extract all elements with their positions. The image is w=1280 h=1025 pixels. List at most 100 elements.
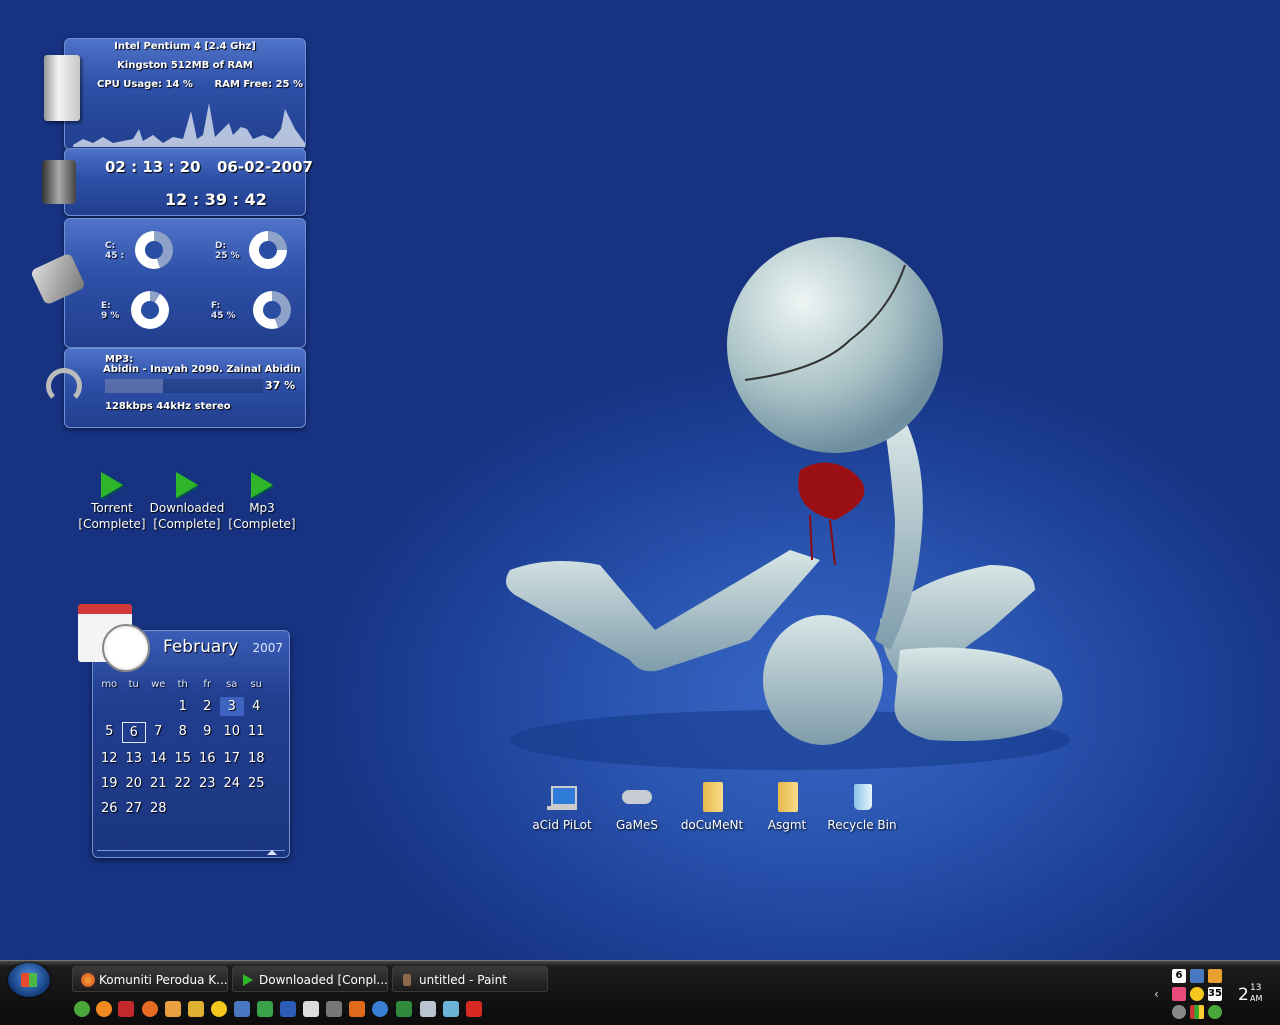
track-title: Abidin - Inayah 2090. Zainal Abidin - bbox=[103, 364, 303, 375]
calendar-day[interactable]: 28 bbox=[146, 799, 171, 818]
drive-d-label: D: 25 % bbox=[215, 241, 240, 261]
calendar-day[interactable]: 18 bbox=[244, 749, 269, 768]
app-icon-blue[interactable] bbox=[234, 1001, 250, 1017]
tray-shield-icon[interactable] bbox=[1190, 969, 1204, 983]
calendar-day[interactable]: 13 bbox=[122, 749, 147, 768]
tray-calendar-badge[interactable]: 6 bbox=[1172, 969, 1186, 983]
collapse-arrow-icon[interactable] bbox=[267, 850, 277, 855]
calendar-weekday: su bbox=[250, 679, 263, 690]
track-progress-bar[interactable] bbox=[105, 379, 263, 393]
calendar-day[interactable]: 21 bbox=[146, 774, 171, 793]
calendar-day[interactable]: 16 bbox=[195, 749, 220, 768]
tray-utorrent-icon[interactable] bbox=[1208, 1005, 1222, 1019]
media-player-icon[interactable] bbox=[96, 1001, 112, 1017]
tray-clock[interactable]: 2 13 AM bbox=[1234, 983, 1274, 1007]
drive-c-ring bbox=[135, 231, 173, 269]
excel-icon[interactable] bbox=[396, 1001, 412, 1017]
calendar-day[interactable]: 11 bbox=[244, 722, 269, 741]
clock-widget: 02 : 13 : 20 06-02-2007 12 : 39 : 42 bbox=[64, 148, 313, 216]
calendar-days: 1 2 3 4 5 6 7 8 9 10 11 12 13 14 15 16 17 18 19 20 21 22 23 24 2… bbox=[97, 697, 269, 818]
cpu-usage: CPU Usage: 14 % bbox=[97, 79, 193, 90]
audio-editor-icon[interactable] bbox=[257, 1001, 273, 1017]
calendar-day[interactable]: 6 bbox=[121, 722, 146, 743]
gamepad-icon bbox=[620, 782, 654, 812]
tray-smiley-icon[interactable] bbox=[1190, 987, 1204, 1001]
coffee-maker-icon bbox=[42, 160, 76, 204]
tray-expand-chevron-icon[interactable]: ‹ bbox=[1154, 987, 1159, 1001]
drive-f-ring bbox=[253, 291, 291, 329]
desktop-icon-games[interactable]: GaMeS bbox=[602, 782, 672, 832]
calendar-day[interactable]: 26 bbox=[97, 799, 122, 818]
clock-minute: 13 bbox=[1250, 983, 1262, 993]
calendar-day[interactable]: 22 bbox=[171, 774, 196, 793]
calendar-empty-cell bbox=[146, 697, 171, 716]
desktop-icon-asgmt[interactable]: Asgmt bbox=[752, 782, 822, 832]
calendar-day[interactable]: 24 bbox=[220, 774, 245, 793]
taskbar-button-downloaded[interactable]: Downloaded [Conpl... bbox=[232, 966, 388, 992]
app-icon-white[interactable] bbox=[303, 1001, 319, 1017]
tray-network-icon[interactable] bbox=[1172, 1005, 1186, 1019]
computer-icon bbox=[545, 782, 579, 812]
tray-heart-icon[interactable] bbox=[1172, 987, 1186, 1001]
app-icon-yellow[interactable] bbox=[188, 1001, 204, 1017]
recycle-bin-icon bbox=[845, 782, 879, 812]
wallpaper-doll bbox=[506, 237, 1070, 770]
calendar-day[interactable]: 12 bbox=[97, 749, 122, 768]
firefox-icon[interactable] bbox=[142, 1001, 158, 1017]
calendar-day[interactable]: 7 bbox=[146, 722, 171, 741]
drive-e-ring bbox=[131, 291, 169, 329]
calendar-day[interactable]: 20 bbox=[122, 774, 147, 793]
start-button[interactable] bbox=[8, 963, 50, 997]
calendar-day[interactable]: 15 bbox=[171, 749, 196, 768]
acrobat-icon[interactable] bbox=[466, 1001, 482, 1017]
calendar-day[interactable]: 17 bbox=[220, 749, 245, 768]
tray-temperature-badge[interactable]: 35 bbox=[1208, 987, 1222, 1001]
word-icon[interactable] bbox=[280, 1001, 296, 1017]
calendar-day[interactable]: 2 bbox=[195, 697, 220, 716]
calendar-day[interactable]: 5 bbox=[97, 722, 122, 741]
desktop-icon-acid-pilot[interactable]: aCid PiLot bbox=[527, 782, 597, 832]
taskbar-button-paint[interactable]: untitled - Paint bbox=[392, 966, 548, 992]
drive-c-label: C: 45 : bbox=[105, 241, 125, 261]
shortcut-mp3[interactable]: Mp3 [Complete] bbox=[222, 472, 302, 532]
calendar-weekdays: mo tu we th fr sa su bbox=[97, 675, 269, 694]
app-icon-light[interactable] bbox=[420, 1001, 436, 1017]
app-icon-red[interactable] bbox=[118, 1001, 134, 1017]
shortcut-torrent[interactable]: Torrent [Complete] bbox=[72, 472, 152, 532]
calendar-day[interactable]: 27 bbox=[122, 799, 147, 818]
calendar-day[interactable]: 19 bbox=[97, 774, 122, 793]
calendar-day[interactable]: 25 bbox=[244, 774, 269, 793]
track-progress-fill bbox=[105, 379, 164, 393]
tray-bars-icon[interactable] bbox=[1190, 1005, 1204, 1019]
desktop-icon-recycle-bin[interactable]: Recycle Bin bbox=[827, 782, 897, 832]
desktop-icon-document[interactable]: doCuMeNt bbox=[677, 782, 747, 832]
calendar-day[interactable]: 9 bbox=[195, 722, 220, 741]
paint-icon bbox=[403, 974, 411, 986]
app-icon-circle[interactable] bbox=[372, 1001, 388, 1017]
calendar-day[interactable]: 1 bbox=[171, 697, 196, 716]
track-progress-text: 37 % bbox=[265, 379, 296, 392]
app-icon-cyan[interactable] bbox=[443, 1001, 459, 1017]
calendar-day[interactable]: 8 bbox=[171, 722, 196, 741]
shortcut-downloaded[interactable]: Downloaded [Complete] bbox=[147, 472, 227, 532]
calendar-weekday: sa bbox=[226, 679, 238, 690]
calendar-weekday: fr bbox=[203, 679, 212, 690]
messenger-icon[interactable] bbox=[211, 1001, 227, 1017]
calendar-day[interactable]: 10 bbox=[220, 722, 245, 741]
calendar-day[interactable]: 23 bbox=[195, 774, 220, 793]
app-icon-orange[interactable] bbox=[165, 1001, 181, 1017]
taskbar-button-firefox[interactable]: Komuniti Perodua K... bbox=[72, 966, 228, 992]
tray-lightning-icon[interactable] bbox=[1208, 969, 1222, 983]
headphones-icon bbox=[46, 368, 82, 404]
utorrent-icon[interactable] bbox=[74, 1001, 90, 1017]
calendar-empty-cell bbox=[122, 697, 147, 716]
calendar-empty-cell bbox=[97, 697, 122, 716]
drive-d-ring bbox=[249, 231, 287, 269]
calendar-year: 2007 bbox=[252, 641, 283, 655]
calendar-day[interactable]: 14 bbox=[146, 749, 171, 768]
app-icon-gray[interactable] bbox=[326, 1001, 342, 1017]
calendar-day[interactable]: 3 bbox=[219, 697, 244, 716]
calendar-divider bbox=[97, 850, 285, 851]
app-icon-orange-box[interactable] bbox=[349, 1001, 365, 1017]
calendar-day[interactable]: 4 bbox=[244, 697, 269, 716]
